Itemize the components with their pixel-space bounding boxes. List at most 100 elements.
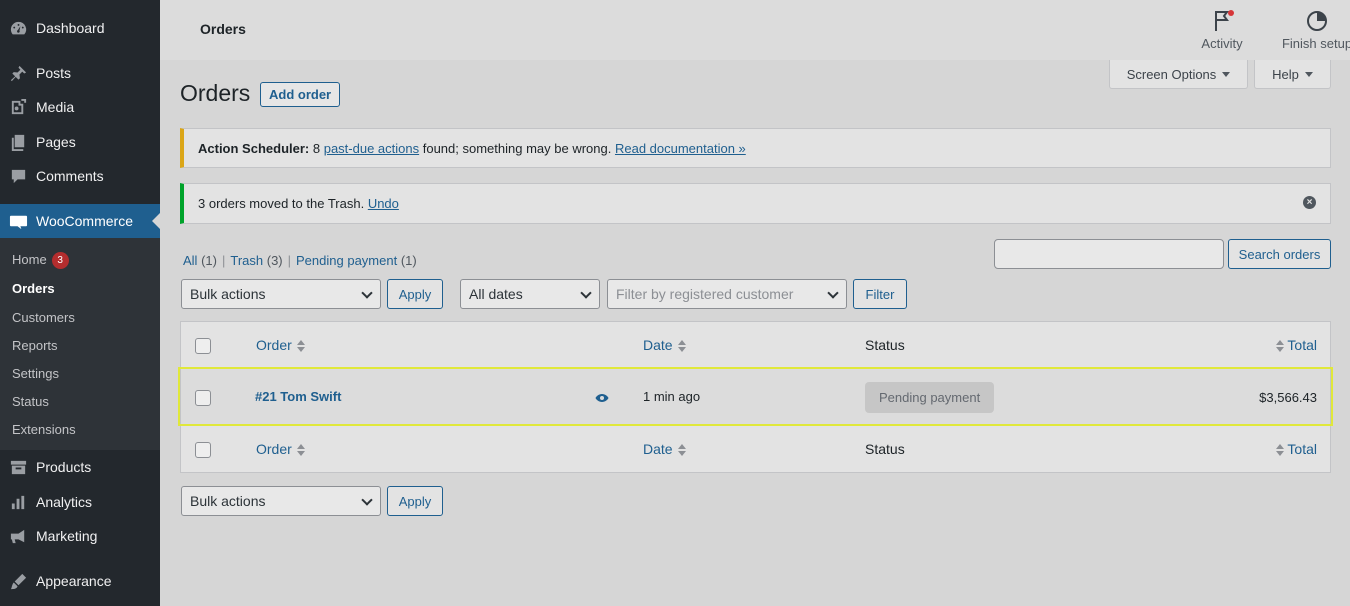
media-icon: [0, 98, 36, 117]
view-trash-link[interactable]: Trash: [230, 253, 263, 268]
order-column-footer[interactable]: Order: [256, 441, 305, 457]
chevron-down-icon: [580, 287, 592, 299]
pages-icon: [0, 133, 36, 152]
sidebar-item-label: WooCommerce: [36, 213, 133, 229]
table-header-row: Order Date Status Total: [181, 322, 1330, 369]
notification-badge: 3: [51, 252, 69, 269]
comment-icon: [0, 167, 36, 186]
notice-text: 3 orders moved to the Trash.: [198, 196, 368, 211]
table-row[interactable]: #21 Tom Swift 1 min ago Pending payment …: [181, 369, 1330, 424]
activity-button[interactable]: Activity: [1197, 8, 1247, 51]
filter-button[interactable]: Filter: [853, 279, 907, 309]
select-all-checkbox[interactable]: [195, 442, 211, 458]
submenu-item-customers[interactable]: Customers: [12, 310, 75, 325]
sidebar-item-dashboard[interactable]: Dashboard: [0, 11, 160, 45]
date-filter-select[interactable]: All dates: [460, 279, 600, 309]
status-column-header: Status: [865, 337, 905, 353]
sidebar-item-products[interactable]: Products: [0, 450, 160, 484]
screen-options-button[interactable]: Screen Options: [1109, 60, 1248, 89]
submenu-label: Home: [12, 252, 47, 267]
order-date: 1 min ago: [643, 389, 701, 404]
status-badge: Pending payment: [865, 382, 995, 413]
total-column-header[interactable]: Total: [1276, 337, 1317, 353]
sidebar-item-label: Analytics: [36, 494, 93, 510]
date-column-header[interactable]: Date: [643, 337, 686, 353]
dismiss-icon[interactable]: ×: [1303, 196, 1316, 209]
select-value: Bulk actions: [190, 493, 266, 509]
select-value: All dates: [469, 286, 523, 302]
past-due-actions-link[interactable]: past-due actions: [324, 141, 419, 156]
sort-icon: [677, 443, 686, 457]
apply-button[interactable]: Apply: [387, 279, 443, 309]
column-label: Date: [643, 441, 673, 457]
sidebar-item-appearance[interactable]: Appearance: [0, 564, 160, 598]
submenu-item-extensions[interactable]: Extensions: [12, 422, 76, 437]
order-column-header[interactable]: Order: [256, 337, 305, 353]
sidebar-item-media[interactable]: Media: [0, 90, 160, 124]
undo-link[interactable]: Undo: [368, 196, 399, 211]
finish-setup-button[interactable]: Finish setup: [1267, 8, 1350, 51]
sidebar-item-marketing[interactable]: Marketing: [0, 519, 160, 553]
bar-chart-icon: [0, 493, 36, 512]
preview-eye-icon[interactable]: [595, 391, 609, 406]
sidebar-item-comments[interactable]: Comments: [0, 159, 160, 193]
sidebar-item-label: Appearance: [36, 573, 112, 589]
sidebar-item-label: Pages: [36, 134, 76, 150]
column-label: Order: [256, 337, 292, 353]
sidebar-item-label: Dashboard: [36, 20, 105, 36]
megaphone-icon: [0, 527, 36, 546]
notice-text: 8: [309, 140, 324, 156]
search-orders-button[interactable]: Search orders: [1228, 239, 1331, 269]
column-label: Total: [1287, 441, 1317, 457]
total-column-footer[interactable]: Total: [1276, 441, 1317, 457]
trash-notice: 3 orders moved to the Trash. Undo ×: [180, 183, 1331, 224]
add-order-button[interactable]: Add order: [260, 82, 341, 107]
select-placeholder: Filter by registered customer: [616, 286, 794, 302]
action-scheduler-notice: Action Scheduler: 8 past-due actions fou…: [180, 128, 1331, 168]
submenu-item-reports[interactable]: Reports: [12, 338, 58, 353]
orders-table: Order Date Status Total #21 Tom Swift 1 …: [180, 321, 1331, 473]
help-button[interactable]: Help: [1254, 60, 1331, 89]
submenu-item-status[interactable]: Status: [12, 394, 49, 409]
sort-icon: [677, 339, 686, 353]
select-value: Bulk actions: [190, 286, 266, 302]
archive-icon: [0, 458, 36, 477]
sidebar-item-label: Comments: [36, 168, 104, 184]
progress-circle-icon: [1307, 11, 1327, 31]
column-label: Date: [643, 337, 673, 353]
header-title: Orders: [200, 21, 246, 37]
dashboard-icon: [0, 19, 36, 38]
bulk-actions-select[interactable]: Bulk actions: [181, 279, 381, 309]
select-all-checkbox[interactable]: [195, 338, 211, 354]
view-count: (3): [266, 253, 283, 268]
submenu-item-home[interactable]: Home 3: [12, 252, 69, 269]
caret-down-icon: [1222, 71, 1231, 77]
apply-button-bottom[interactable]: Apply: [387, 486, 443, 516]
woocommerce-header: Orders Activity Finish setup: [160, 0, 1350, 60]
read-documentation-link[interactable]: Read documentation »: [615, 141, 746, 156]
view-pending-payment-link[interactable]: Pending payment: [296, 253, 397, 268]
activity-notification-dot: [1228, 10, 1234, 16]
sort-icon: [1276, 339, 1285, 353]
column-label: Total: [1287, 337, 1317, 353]
submenu-item-settings[interactable]: Settings: [12, 366, 59, 381]
finish-setup-label: Finish setup: [1281, 36, 1350, 51]
view-count: (1): [400, 253, 417, 268]
view-count: (1): [201, 253, 217, 268]
view-all-link[interactable]: All: [183, 253, 197, 268]
sidebar-item-analytics[interactable]: Analytics: [0, 485, 160, 519]
bulk-actions-select-bottom[interactable]: Bulk actions: [181, 486, 381, 516]
sidebar-item-woocommerce[interactable]: WooCommerce: [0, 204, 160, 238]
admin-sidebar: Dashboard Posts Media Pages Comments Woo…: [0, 0, 160, 606]
date-column-footer[interactable]: Date: [643, 441, 686, 457]
search-orders-input[interactable]: [994, 239, 1224, 269]
row-checkbox[interactable]: [195, 390, 211, 406]
sidebar-item-posts[interactable]: Posts: [0, 56, 160, 90]
customer-filter-select[interactable]: Filter by registered customer: [607, 279, 847, 309]
sidebar-item-pages[interactable]: Pages: [0, 125, 160, 159]
submenu-item-orders[interactable]: Orders: [12, 281, 55, 296]
order-link[interactable]: #21 Tom Swift: [255, 389, 341, 404]
order-status-views: All (1) | Trash (3) | Pending payment (1): [183, 253, 417, 268]
sort-icon: [296, 339, 305, 353]
sort-icon: [296, 443, 305, 457]
